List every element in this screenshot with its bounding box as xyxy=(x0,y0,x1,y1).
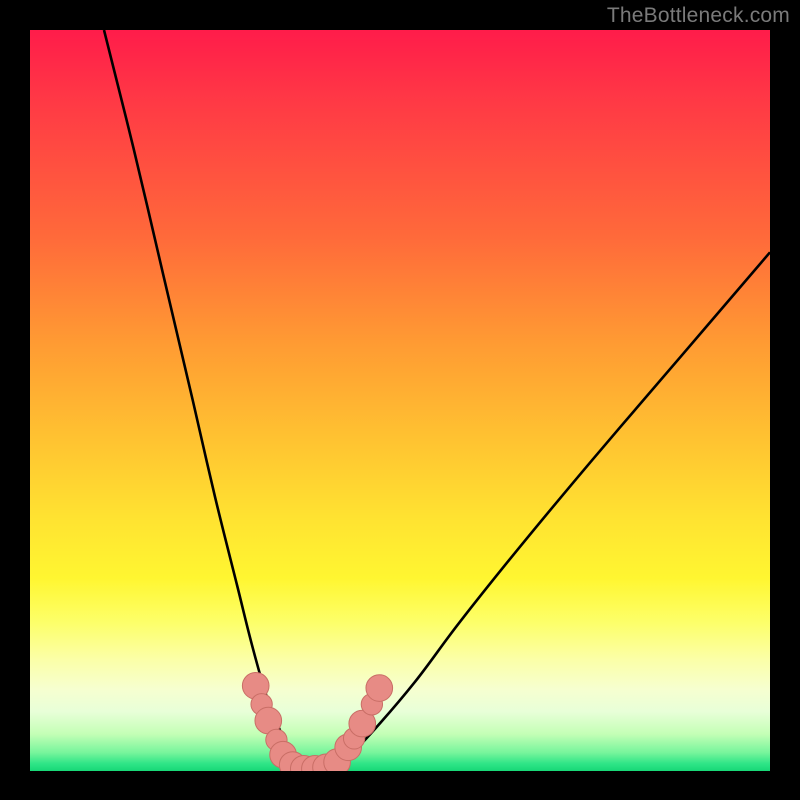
bottleneck-curve-svg xyxy=(30,30,770,771)
bottleneck-curve xyxy=(104,30,770,771)
chart-frame: TheBottleneck.com xyxy=(0,0,800,800)
plot-area xyxy=(30,30,770,771)
curve-markers xyxy=(242,672,392,771)
watermark-text: TheBottleneck.com xyxy=(607,4,790,28)
curve-marker xyxy=(366,675,393,702)
